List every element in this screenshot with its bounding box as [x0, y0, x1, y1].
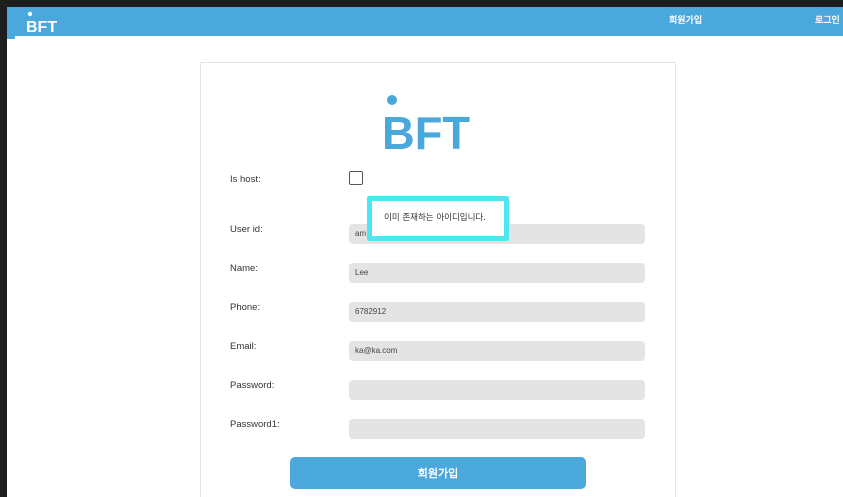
nav-logo-text: BFT: [26, 19, 57, 34]
is-host-label: Is host:: [230, 174, 261, 185]
nav-logo[interactable]: BFT: [26, 10, 60, 34]
page: BFT 회원가입 로그인 BFT Is host: User id: am 23…: [7, 7, 843, 497]
name-label: Name:: [230, 263, 258, 274]
phone-label: Phone:: [230, 302, 261, 313]
email-field[interactable]: ka@ka.com: [349, 341, 645, 361]
nav-login-link[interactable]: 로그인: [815, 13, 840, 26]
password1-label: Password1:: [230, 419, 280, 430]
phone-field[interactable]: 6782912: [349, 302, 645, 322]
name-field[interactable]: Lee: [349, 263, 645, 283]
user-id-label: User id:: [230, 224, 263, 235]
navbar-edge: [7, 36, 15, 39]
is-host-checkbox[interactable]: [349, 171, 363, 185]
email-label: Email:: [230, 341, 257, 352]
password1-field[interactable]: [349, 419, 645, 439]
brand-logo: BFT: [382, 95, 470, 153]
signup-form-card: BFT Is host: User id: am 23 이미 존재하는 아이디입…: [200, 62, 676, 497]
password-label: Password:: [230, 380, 275, 391]
signup-submit-button[interactable]: 회원가입: [290, 457, 586, 489]
password-field[interactable]: [349, 380, 645, 400]
duplicate-id-error-tooltip: 이미 존재하는 아이디입니다.: [367, 196, 509, 241]
nav-signup-link[interactable]: 회원가입: [669, 13, 702, 26]
top-navbar: BFT 회원가입 로그인: [7, 7, 843, 36]
brand-logo-text: BFT: [382, 107, 470, 153]
